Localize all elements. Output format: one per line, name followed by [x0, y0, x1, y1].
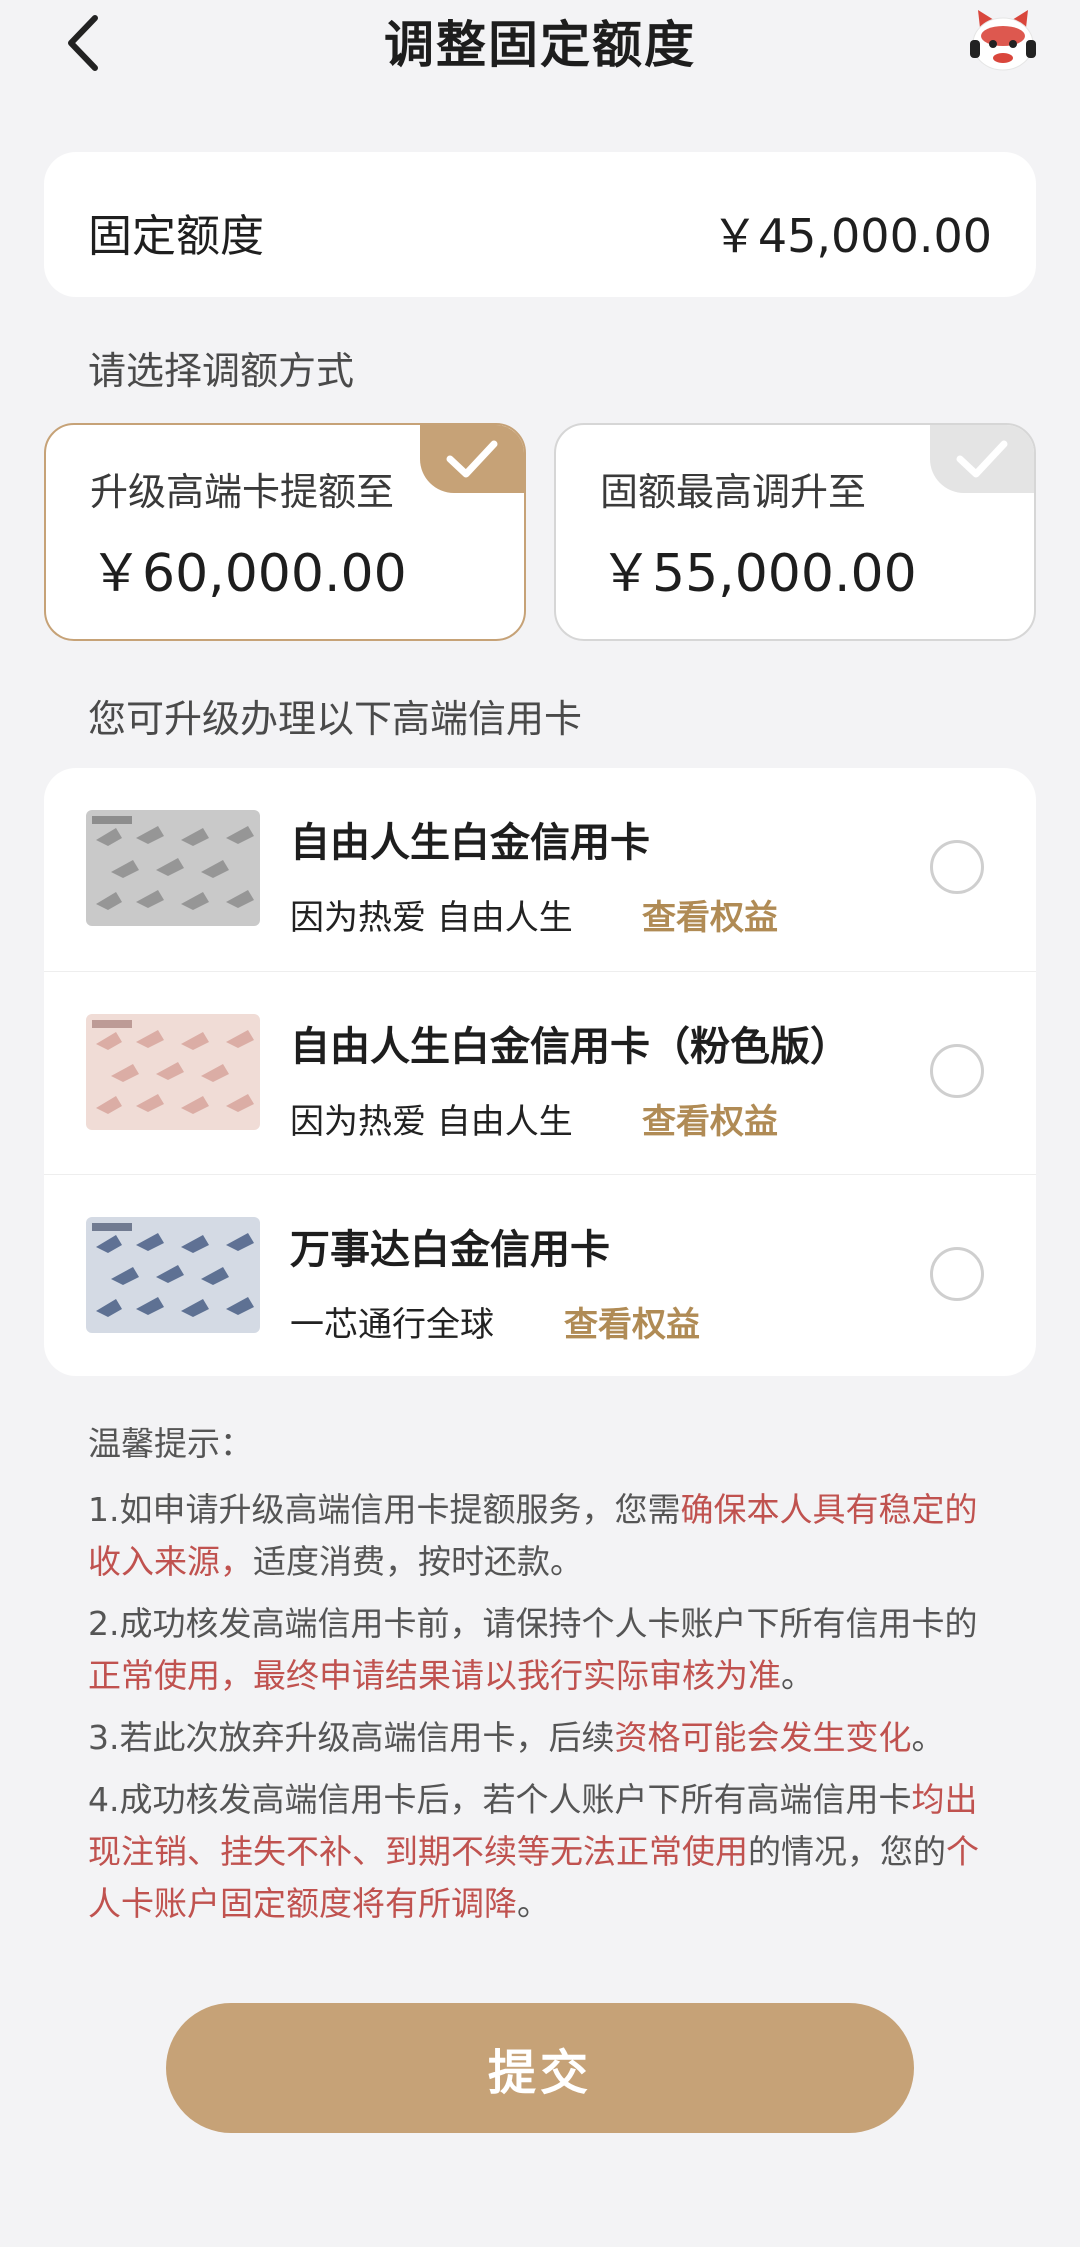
option-upgrade-card[interactable]: 升级高端卡提额至 ￥60,000.00: [44, 423, 526, 641]
card-name: 万事达白金信用卡: [290, 1227, 610, 1273]
card-image-silver: [86, 810, 260, 926]
mascot-avatar-icon[interactable]: [966, 6, 1040, 78]
card-name: 自由人生白金信用卡（粉色版）: [290, 1024, 850, 1070]
check-icon: [446, 440, 498, 478]
view-benefits-link[interactable]: 查看权益: [642, 890, 778, 939]
tips-section: 温馨提示： 1.如申请升级高端信用卡提额服务，您需确保本人具有稳定的收入来源，适…: [88, 1418, 988, 1940]
fixed-amount-value: ￥45,000.00: [711, 209, 992, 263]
card-desc: 因为热爱 自由人生: [290, 898, 573, 938]
card-name: 自由人生白金信用卡: [290, 820, 650, 866]
option-raise-fixed-limit[interactable]: 固额最高调升至 ￥55,000.00: [554, 423, 1036, 641]
card-radio[interactable]: [930, 840, 984, 894]
view-benefits-link[interactable]: 查看权益: [564, 1297, 700, 1346]
fixed-amount-card: 固定额度 ￥45,000.00: [44, 152, 1036, 297]
option-value: ￥60,000.00: [90, 544, 407, 604]
unselected-check-badge: [930, 425, 1034, 493]
tip-item: 3.若此次放弃升级高端信用卡，后续资格可能会发生变化。: [88, 1718, 945, 1757]
upgrade-cards-label: 您可升级办理以下高端信用卡: [88, 697, 583, 741]
card-image-blue: [86, 1217, 260, 1333]
card-radio[interactable]: [930, 1247, 984, 1301]
list-item[interactable]: 万事达白金信用卡 一芯通行全球 查看权益: [44, 1174, 1036, 1376]
selected-check-badge: [420, 425, 524, 493]
page-title: 调整固定额度: [384, 16, 696, 74]
header: 调整固定额度: [0, 0, 1080, 90]
card-desc: 因为热爱 自由人生: [290, 1102, 573, 1142]
tip-item: 1.如申请升级高端信用卡提额服务，您需确保本人具有稳定的收入来源，适度消费，按时…: [88, 1490, 978, 1581]
adjust-method-label: 请选择调额方式: [88, 349, 355, 393]
card-desc: 一芯通行全球: [290, 1305, 494, 1345]
card-image-pink: [86, 1014, 260, 1130]
tip-item: 2.成功核发高端信用卡前，请保持个人卡账户下所有信用卡的正常使用，最终申请结果请…: [88, 1604, 978, 1695]
option-value: ￥55,000.00: [600, 544, 917, 604]
page: 调整固定额度 固定额度 ￥45,000.00 请选择调额方式 升级高端卡提额至 …: [0, 0, 1080, 2247]
submit-button[interactable]: 提交: [166, 2003, 914, 2133]
card-radio[interactable]: [930, 1044, 984, 1098]
view-benefits-link[interactable]: 查看权益: [642, 1094, 778, 1143]
tip-item: 4.成功核发高端信用卡后，若个人账户下所有高端信用卡均出现注销、挂失不补、到期不…: [88, 1780, 979, 1923]
list-item[interactable]: 自由人生白金信用卡（粉色版） 因为热爱 自由人生 查看权益: [44, 971, 1036, 1173]
card-list: 自由人生白金信用卡 因为热爱 自由人生 查看权益 自由人生白金信用卡（粉色版） …: [44, 768, 1036, 1376]
fixed-amount-label: 固定额度: [88, 211, 264, 262]
list-item[interactable]: 自由人生白金信用卡 因为热爱 自由人生 查看权益: [44, 768, 1036, 970]
option-label: 固额最高调升至: [600, 470, 867, 514]
tips-title: 温馨提示：: [88, 1424, 253, 1463]
option-label: 升级高端卡提额至: [90, 470, 395, 514]
check-icon: [956, 440, 1008, 478]
